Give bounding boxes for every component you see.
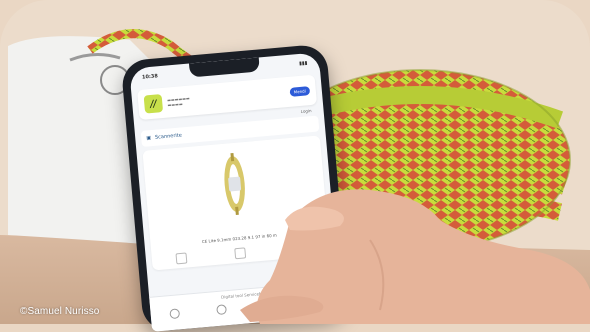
signal-icon: ▮▮▮ (298, 60, 308, 67)
app-logo-icon (143, 94, 164, 114)
scanner-label: Scannerite (154, 132, 183, 141)
scan-tab-icon[interactable] (216, 304, 228, 316)
status-time: 10:38 (141, 73, 159, 81)
scan-icon: ▣ (146, 135, 152, 142)
info-icon[interactable] (175, 252, 188, 265)
photo-credit: ©Samuel Nurisso (20, 306, 100, 317)
app-title: ▬▬▬▬▬▬ ▬▬▬▬ (166, 95, 190, 108)
home-tab-icon[interactable] (169, 308, 180, 320)
user-badge-button[interactable]: Mendi (289, 85, 311, 97)
hand (240, 189, 590, 324)
